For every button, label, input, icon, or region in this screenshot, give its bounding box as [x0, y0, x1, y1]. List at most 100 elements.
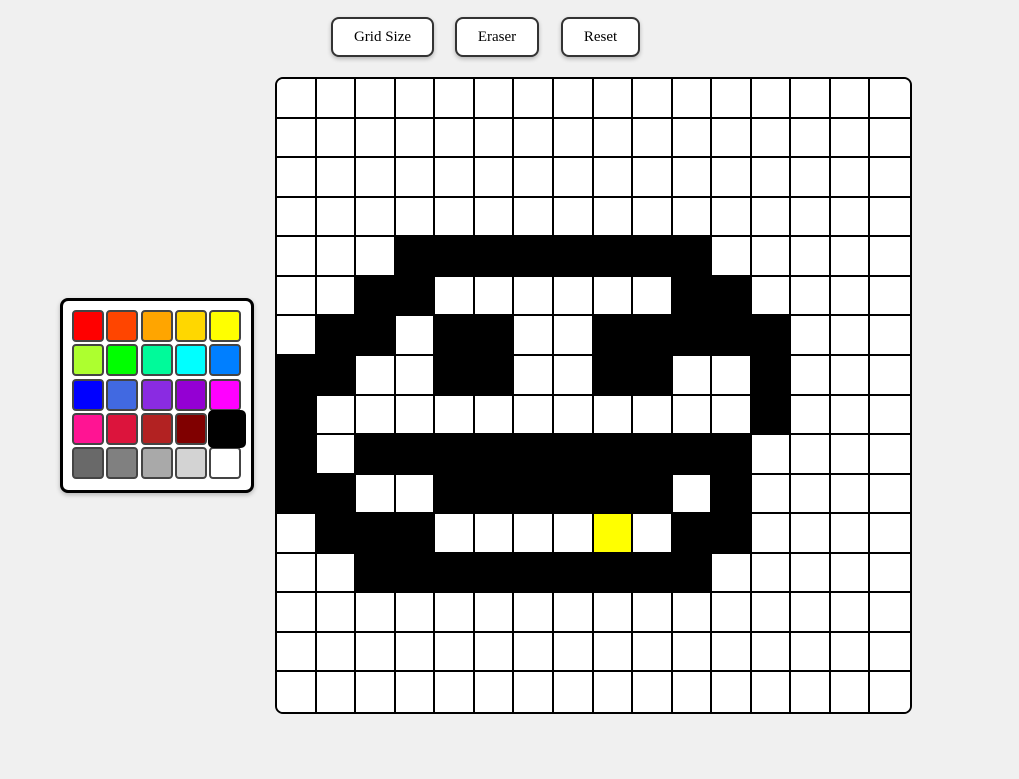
grid-cell[interactable]	[751, 316, 792, 356]
grid-cell[interactable]	[553, 553, 594, 594]
grid-cell[interactable]	[672, 593, 713, 633]
grid-cell[interactable]	[830, 316, 871, 356]
grid-cell[interactable]	[672, 672, 713, 712]
grid-cell[interactable]	[791, 553, 831, 594]
grid-cell[interactable]	[870, 355, 910, 396]
grid-cell[interactable]	[395, 79, 436, 119]
grid-cell[interactable]	[474, 672, 515, 712]
grid-cell[interactable]	[316, 672, 357, 712]
grid-cell[interactable]	[553, 672, 594, 712]
grid-cell[interactable]	[277, 395, 317, 436]
color-swatch[interactable]	[140, 310, 173, 342]
grid-cell[interactable]	[593, 118, 634, 159]
grid-cell[interactable]	[514, 276, 554, 317]
grid-cell[interactable]	[751, 514, 792, 554]
grid-cell[interactable]	[633, 79, 673, 119]
color-swatch[interactable]	[72, 344, 104, 377]
grid-cell[interactable]	[712, 316, 752, 356]
grid-cell[interactable]	[435, 435, 475, 475]
grid-cell[interactable]	[553, 355, 594, 396]
grid-cell[interactable]	[435, 672, 475, 712]
grid-cell[interactable]	[474, 197, 515, 238]
grid-cell[interactable]	[514, 553, 554, 594]
grid-cell[interactable]	[435, 355, 475, 396]
grid-cell[interactable]	[435, 158, 475, 198]
grid-cell[interactable]	[474, 395, 515, 436]
grid-cell[interactable]	[712, 118, 752, 159]
grid-cell[interactable]	[395, 593, 436, 633]
grid-cell[interactable]	[633, 632, 673, 673]
color-swatch[interactable]	[140, 447, 173, 480]
grid-cell[interactable]	[356, 158, 396, 198]
grid-cell[interactable]	[712, 237, 752, 277]
grid-cell[interactable]	[356, 197, 396, 238]
grid-cell[interactable]	[830, 158, 871, 198]
grid-cell[interactable]	[712, 474, 752, 515]
grid-cell[interactable]	[791, 632, 831, 673]
grid-cell[interactable]	[277, 435, 317, 475]
grid-cell[interactable]	[712, 355, 752, 396]
grid-cell[interactable]	[316, 118, 357, 159]
grid-cell[interactable]	[435, 474, 475, 515]
grid-cell[interactable]	[277, 355, 317, 396]
grid-cell[interactable]	[277, 197, 317, 238]
grid-cell[interactable]	[395, 355, 436, 396]
color-swatch[interactable]	[140, 412, 173, 445]
grid-cell[interactable]	[553, 237, 594, 277]
grid-cell[interactable]	[316, 316, 357, 356]
grid-cell[interactable]	[435, 395, 475, 436]
color-swatch[interactable]	[72, 412, 104, 445]
grid-cell[interactable]	[830, 79, 871, 119]
grid-cell[interactable]	[277, 79, 317, 119]
grid-cell[interactable]	[356, 355, 396, 396]
grid-cell[interactable]	[316, 158, 357, 198]
grid-cell[interactable]	[672, 79, 713, 119]
grid-cell[interactable]	[712, 79, 752, 119]
grid-cell[interactable]	[712, 276, 752, 317]
grid-cell[interactable]	[593, 316, 634, 356]
grid-cell[interactable]	[633, 593, 673, 633]
grid-cell[interactable]	[870, 553, 910, 594]
grid-cell[interactable]	[791, 316, 831, 356]
grid-cell[interactable]	[553, 632, 594, 673]
grid-cell[interactable]	[593, 276, 634, 317]
grid-cell[interactable]	[633, 514, 673, 554]
grid-cell[interactable]	[435, 79, 475, 119]
grid-size-button[interactable]: Grid Size	[331, 17, 434, 57]
grid-cell[interactable]	[514, 395, 554, 436]
color-swatch[interactable]	[72, 447, 104, 480]
color-swatch[interactable]	[174, 378, 207, 411]
eraser-button[interactable]: Eraser	[455, 17, 539, 57]
color-swatch[interactable]	[140, 378, 173, 411]
grid-cell[interactable]	[553, 118, 594, 159]
grid-cell[interactable]	[277, 553, 317, 594]
grid-cell[interactable]	[830, 632, 871, 673]
grid-cell[interactable]	[435, 593, 475, 633]
grid-cell[interactable]	[712, 197, 752, 238]
grid-cell[interactable]	[435, 632, 475, 673]
grid-cell[interactable]	[395, 553, 436, 594]
grid-cell[interactable]	[593, 553, 634, 594]
grid-cell[interactable]	[395, 237, 436, 277]
grid-cell[interactable]	[870, 514, 910, 554]
grid-cell[interactable]	[553, 316, 594, 356]
color-swatch[interactable]	[209, 447, 242, 480]
grid-cell[interactable]	[593, 435, 634, 475]
color-swatch[interactable]	[106, 378, 139, 411]
grid-cell[interactable]	[633, 395, 673, 436]
grid-cell[interactable]	[316, 632, 357, 673]
grid-cell[interactable]	[514, 197, 554, 238]
grid-cell[interactable]	[791, 158, 831, 198]
grid-cell[interactable]	[395, 395, 436, 436]
grid-cell[interactable]	[553, 474, 594, 515]
grid-cell[interactable]	[791, 197, 831, 238]
grid-cell[interactable]	[751, 237, 792, 277]
grid-cell[interactable]	[356, 395, 396, 436]
grid-cell[interactable]	[316, 197, 357, 238]
grid-cell[interactable]	[870, 672, 910, 712]
grid-cell[interactable]	[791, 79, 831, 119]
grid-cell[interactable]	[435, 553, 475, 594]
grid-cell[interactable]	[316, 514, 357, 554]
grid-cell[interactable]	[870, 316, 910, 356]
grid-cell[interactable]	[672, 316, 713, 356]
